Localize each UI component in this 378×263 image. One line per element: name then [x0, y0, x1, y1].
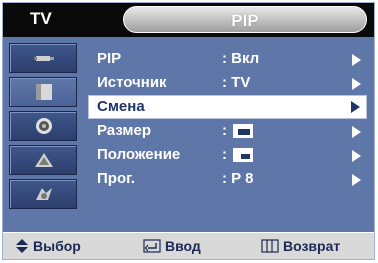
arrow-right-icon: [352, 78, 361, 90]
menu-row-value: :: [222, 122, 227, 139]
select-hint: Выбор: [15, 238, 81, 254]
menu-row-position[interactable]: Положение :: [85, 143, 374, 167]
pip-settings-list: PIP : Вкл Источник : TV Смена Размер : П…: [85, 47, 374, 191]
arrow-right-icon: [352, 126, 361, 138]
menu-row-label: PIP: [97, 50, 122, 67]
menu-row-size[interactable]: Размер :: [85, 119, 374, 143]
menu-grid-icon: [261, 239, 279, 253]
setup-icon: [36, 188, 52, 200]
menu-row-label: Прог.: [97, 170, 136, 187]
arrow-right-icon: [352, 174, 361, 186]
menu-row-pip[interactable]: PIP : Вкл: [85, 47, 374, 71]
return-hint: Возврат: [261, 238, 340, 254]
select-label: Выбор: [33, 238, 81, 254]
category-sidebar: [9, 43, 79, 213]
sidebar-item-setup[interactable]: [9, 179, 77, 209]
menu-row-source[interactable]: Источник : TV: [85, 71, 374, 95]
arrow-right-icon: [352, 150, 361, 162]
menu-row-label: Источник: [97, 74, 167, 91]
menu-row-label: Смена: [97, 98, 145, 115]
antenna-icon: [34, 56, 54, 61]
menu-row-value-wrap: :: [222, 122, 253, 139]
menu-row-value-wrap: :: [222, 146, 253, 163]
source-label: TV: [30, 9, 52, 28]
menu-row-swap[interactable]: Смена: [88, 95, 367, 119]
menu-row-value: :: [222, 146, 227, 163]
menu-row-value: : P 8: [222, 170, 254, 187]
up-down-icon: [16, 239, 28, 253]
enter-label: Ввод: [165, 238, 201, 254]
sidebar-item-picture[interactable]: [9, 77, 77, 107]
enter-hint: Ввод: [143, 238, 201, 254]
pip-size-icon: [233, 123, 253, 138]
menu-header: TV PIP: [3, 3, 374, 37]
enter-icon: [143, 239, 161, 253]
sidebar-item-sound[interactable]: [9, 111, 77, 141]
menu-row-label: Положение: [97, 146, 181, 163]
pip-position-icon: [233, 147, 253, 162]
arrow-right-icon: [352, 54, 361, 66]
help-footer: Выбор Ввод Возврат: [3, 232, 374, 259]
picture-icon: [36, 84, 52, 100]
tv-osd-menu: TV PIP PIP: Вкл Источник: TV Смена Раз…: [2, 2, 375, 260]
sidebar-item-channel[interactable]: [9, 145, 77, 175]
return-label: Возврат: [283, 238, 341, 254]
menu-row-value: : TV: [222, 74, 251, 91]
menu-row-value: : Вкл: [222, 50, 260, 67]
sidebar-item-input[interactable]: [9, 43, 77, 73]
channel-icon: [35, 153, 53, 167]
sound-icon: [36, 118, 52, 134]
menu-row-program[interactable]: Прог. : P 8: [85, 167, 374, 191]
menu-title: PIP: [231, 11, 259, 30]
menu-row-label: Размер: [97, 122, 152, 139]
menu-title-tab[interactable]: PIP: [123, 6, 367, 33]
arrow-right-icon: [351, 101, 360, 113]
